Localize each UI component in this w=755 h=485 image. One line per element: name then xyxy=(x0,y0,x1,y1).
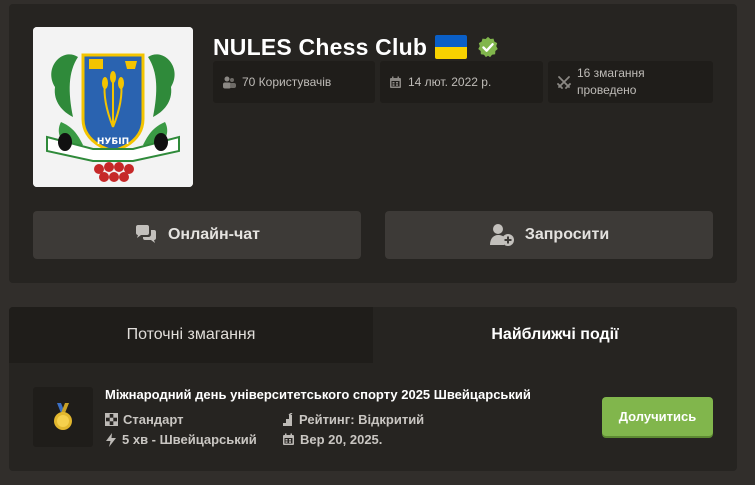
club-stats: 70 Користувачів 14 лют. 2022 р. 16 змага… xyxy=(213,61,713,103)
event-date-text: Вер 20, 2025. xyxy=(300,432,383,447)
add-user-icon xyxy=(489,224,514,246)
stat-members-text: 70 Користувачів xyxy=(242,75,332,89)
club-logo-emblem-icon: НУБІП xyxy=(33,27,193,187)
verified-icon xyxy=(478,36,498,58)
events-card: Поточні змагання Найближчі події Міжнаро… xyxy=(9,307,737,471)
stat-date-text: 14 лют. 2022 р. xyxy=(408,75,492,89)
event-type: Стандарт xyxy=(105,412,183,427)
stat-members: 70 Користувачів xyxy=(213,61,375,103)
event-thumbnail xyxy=(33,387,93,447)
event-date: Вер 20, 2025. xyxy=(282,432,382,447)
club-card: НУБІП NULES Chess Club 70 Користувачів 1… xyxy=(9,4,737,283)
medal-icon xyxy=(54,403,72,430)
stat-events-text: 16 змагання проведено xyxy=(577,66,645,97)
tab-current-events[interactable]: Поточні змагання xyxy=(9,307,373,363)
event-type-text: Стандарт xyxy=(123,412,184,427)
tab-upcoming-events[interactable]: Найближчі події xyxy=(373,307,737,363)
calendar-icon xyxy=(390,76,401,88)
members-icon xyxy=(223,76,236,89)
event-row: Міжнародний день університетського спорт… xyxy=(9,363,737,471)
event-tabs: Поточні змагання Найближчі події xyxy=(9,307,737,363)
join-button[interactable]: Долучитись xyxy=(602,397,713,436)
invite-label: Запросити xyxy=(524,226,610,243)
rating-icon xyxy=(283,412,293,426)
svg-text:НУБІП: НУБІП xyxy=(97,137,129,147)
event-time-control: 5 хв - Швейцарський xyxy=(105,432,257,447)
event-rating-text: Рейтинг: Відкритий xyxy=(299,412,425,427)
chat-icon xyxy=(135,225,156,243)
online-chat-button[interactable]: Онлайн-чат xyxy=(33,211,361,259)
event-title[interactable]: Міжнародний день університетського спорт… xyxy=(105,387,531,402)
club-logo: НУБІП xyxy=(33,27,193,187)
crossed-swords-icon xyxy=(557,76,571,89)
calendar-icon xyxy=(283,433,294,445)
stat-date: 14 лют. 2022 р. xyxy=(380,61,543,103)
lightning-icon xyxy=(106,432,116,447)
event-time-control-text: 5 хв - Швейцарський xyxy=(122,432,257,447)
online-chat-label: Онлайн-чат xyxy=(167,226,261,243)
ukraine-flag-icon xyxy=(435,35,468,59)
stat-events: 16 змагання проведено xyxy=(548,61,713,103)
club-title-row: NULES Chess Club xyxy=(213,32,499,62)
event-rating: Рейтинг: Відкритий xyxy=(282,412,424,427)
board-icon xyxy=(105,413,118,426)
invite-button[interactable]: Запросити xyxy=(385,211,713,259)
club-name: NULES Chess Club xyxy=(213,33,428,60)
